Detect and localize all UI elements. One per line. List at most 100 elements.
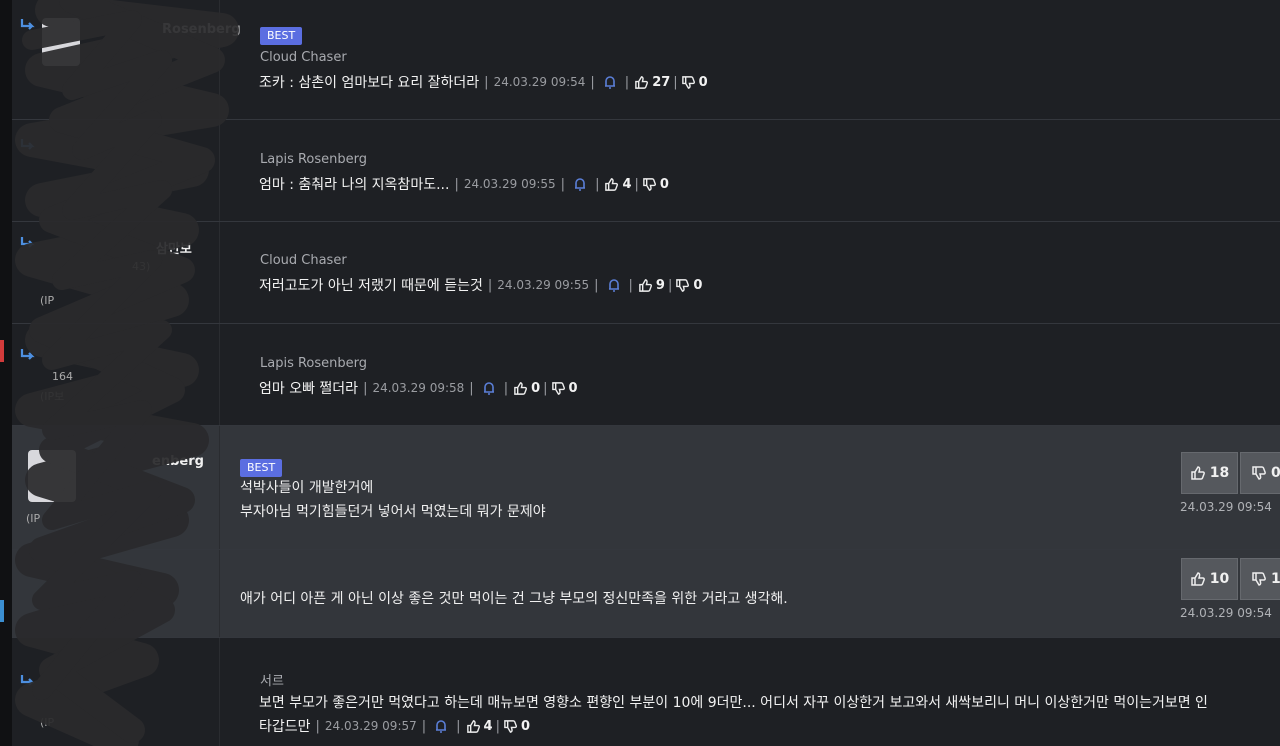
- downvote-count: 0: [659, 176, 669, 192]
- downvote-button[interactable]: 0: [681, 75, 708, 90]
- downvote-button[interactable]: 0: [675, 278, 702, 293]
- upvote-count: 4: [483, 718, 493, 734]
- downvote-button[interactable]: 0: [642, 177, 669, 192]
- comment-text-line: 부자아님 먹기힘들던거 넣어서 먹였는데 뭐가 문제야: [240, 504, 546, 520]
- thumbs-down-icon: [1252, 572, 1266, 586]
- comment-date: 24.03.29 09:54: [493, 75, 586, 89]
- separator: |: [594, 277, 599, 293]
- comment-text-line: 석박사들이 개발한거에: [240, 480, 374, 496]
- avatar: [42, 18, 80, 66]
- separator: |: [363, 380, 368, 396]
- comment-date: 24.03.29 09:55: [463, 177, 556, 191]
- reply-arrow-icon: [20, 349, 35, 360]
- bell-icon[interactable]: [482, 381, 496, 395]
- thumbs-down-icon: [551, 381, 565, 395]
- upvote-button[interactable]: 9: [638, 278, 665, 293]
- rail-marker: [0, 600, 4, 622]
- downvote-count: 0: [1271, 465, 1280, 481]
- comment-text: 조카 : 삼촌이 엄마보다 요리 잘하더라: [259, 75, 480, 91]
- thumbs-up-icon: [605, 177, 619, 191]
- comment-date: 24.03.29 09:57: [324, 719, 417, 733]
- comment-row: 삼만보 43) (IP Cloud Chaser 저러고도가 아닌 저랬기 때문…: [12, 222, 1280, 324]
- thumbs-up-icon: [1191, 572, 1205, 586]
- thumbs-up-icon: [635, 75, 649, 89]
- author-ip: (IP: [40, 294, 55, 307]
- upvote-button[interactable]: 10: [1181, 558, 1238, 600]
- thumbs-up-icon: [1191, 466, 1205, 480]
- upvote-button[interactable]: 18: [1181, 452, 1238, 494]
- separator: |: [487, 277, 493, 293]
- comment-row: Lapis Rosenberg 엄마 : 춤춰라 나의 지옥참마도... | 2…: [12, 120, 1280, 222]
- separator: |: [673, 74, 678, 90]
- upvote-count: 27: [652, 74, 671, 90]
- reply-arrow-icon: [20, 237, 35, 248]
- author-nickname[interactable]: 삼만보: [156, 238, 192, 257]
- separator: |: [628, 277, 633, 293]
- comment-row: (IP 서르 보면 부모가 좋은거만 먹였다고 하는데 매뉴보면 영향소 편향인…: [12, 638, 1280, 746]
- thumbs-up-icon: [466, 719, 480, 733]
- comment-author[interactable]: 서르: [260, 670, 284, 689]
- reply-arrow-icon: [20, 675, 35, 686]
- comment-date: 24.03.29 09:54: [1180, 500, 1272, 514]
- reply-arrow-icon: [20, 19, 35, 30]
- separator: |: [315, 718, 320, 734]
- comment-text: 엄마 오빠 쩔더라: [259, 381, 359, 397]
- downvote-button[interactable]: 0: [503, 719, 530, 734]
- comment-text: 저러고도가 아닌 저랬기 때문에 듣는것: [259, 278, 483, 294]
- author-ip: (IP: [40, 716, 55, 729]
- bell-icon[interactable]: [607, 278, 621, 292]
- author-nickname[interactable]: enberg: [152, 454, 204, 469]
- author-column: 삼만보 43) (IP: [12, 222, 220, 323]
- downvote-button[interactable]: 0: [1240, 452, 1280, 494]
- separator: |: [634, 176, 639, 192]
- thumbs-down-icon: [504, 719, 517, 733]
- upvote-button[interactable]: 4: [466, 719, 493, 734]
- reply-arrow-icon: [20, 139, 35, 150]
- separator: |: [454, 176, 459, 192]
- downvote-count: 0: [698, 74, 708, 90]
- comment-author[interactable]: Lapis Rosenberg: [260, 152, 367, 167]
- author-column: enberg (IP: [12, 426, 220, 549]
- bell-icon[interactable]: [573, 177, 587, 191]
- upvote-count: 18: [1209, 465, 1230, 481]
- separator: |: [484, 74, 489, 90]
- downvote-button[interactable]: 1: [1240, 558, 1280, 600]
- comment-text: 애가 어디 아픈 게 아닌 이상 좋은 것만 먹이는 건 그냥 부모의 정신만족…: [240, 591, 788, 607]
- downvote-count: 1: [1271, 571, 1280, 587]
- comment-date: 24.03.29 09:54: [1180, 606, 1272, 620]
- bell-icon[interactable]: [434, 719, 448, 733]
- comment-date: 24.03.29 09:55: [497, 278, 590, 292]
- comment-row: 164 (IP보 Lapis Rosenberg 엄마 오빠 쩔더라 | 24.…: [12, 324, 1280, 426]
- separator: |: [503, 380, 509, 396]
- thumbs-down-icon: [1252, 466, 1266, 480]
- downvote-button[interactable]: 0: [551, 381, 578, 396]
- comment-date: 24.03.29 09:58: [372, 381, 465, 395]
- separator: |: [667, 277, 673, 293]
- author-nickname[interactable]: Rosenberg: [162, 22, 241, 37]
- best-badge: BEST: [240, 459, 283, 477]
- thumbs-up-icon: [639, 278, 652, 292]
- author-column: [12, 550, 220, 637]
- author-column: Rosenberg: [12, 0, 241, 119]
- comment-author[interactable]: Lapis Rosenberg: [260, 356, 367, 371]
- bell-icon[interactable]: [603, 75, 617, 89]
- thumbs-down-icon: [676, 278, 690, 292]
- separator: |: [590, 74, 595, 90]
- author-column: 164 (IP보: [12, 324, 220, 425]
- upvote-button[interactable]: 27: [634, 75, 670, 90]
- comment-author[interactable]: Cloud Chaser: [260, 253, 347, 268]
- thumbs-down-icon: [643, 177, 656, 191]
- comment-text-line: 타갑드만: [259, 719, 311, 735]
- comment-author[interactable]: Cloud Chaser: [260, 50, 347, 65]
- separator: |: [495, 718, 500, 734]
- upvote-button[interactable]: 0: [513, 381, 540, 396]
- author-ip: (IP: [26, 512, 41, 525]
- thumbs-up-icon: [514, 381, 528, 395]
- separator: |: [624, 74, 630, 90]
- comment-row: Rosenberg BEST Cloud Chaser 조카 : 삼촌이 엄마보…: [12, 0, 1280, 120]
- separator: |: [456, 718, 461, 734]
- upvote-button[interactable]: 4: [604, 177, 632, 192]
- downvote-count: 0: [568, 380, 578, 396]
- separator: |: [560, 176, 566, 192]
- author-ip: (IP보: [40, 390, 65, 403]
